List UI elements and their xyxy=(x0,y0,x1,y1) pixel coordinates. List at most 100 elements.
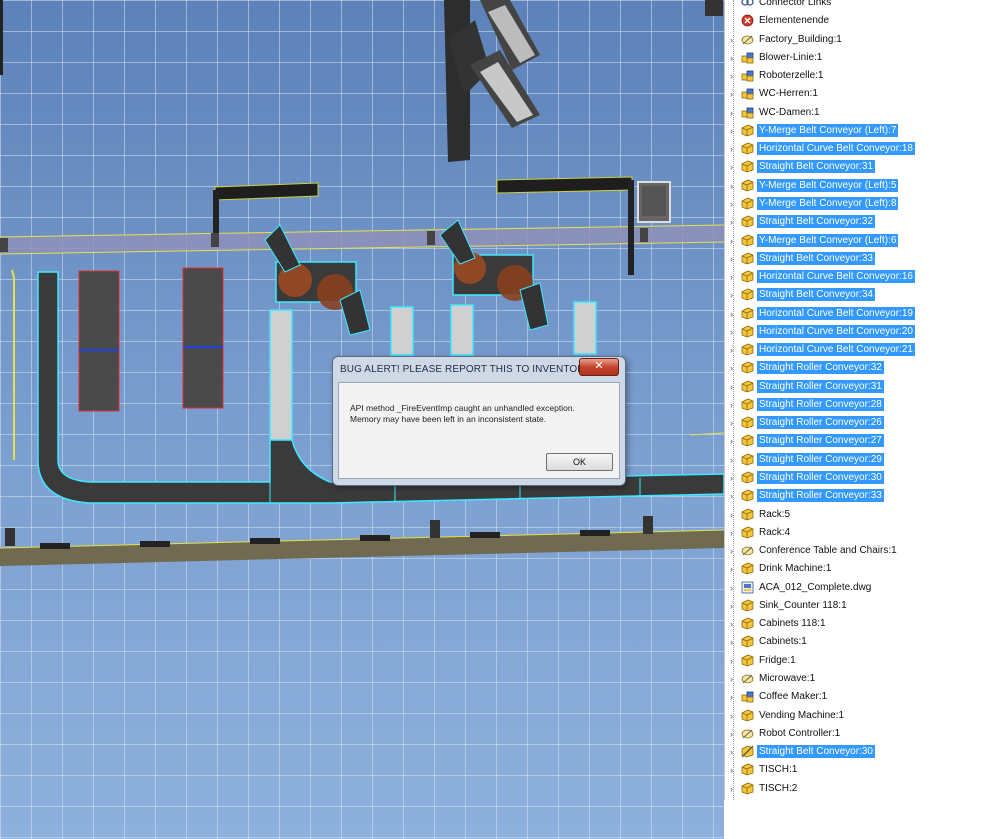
browser-node[interactable]: Connector Links xyxy=(725,0,999,12)
browser-node[interactable]: › Straight Roller Conveyor:32 xyxy=(725,359,999,377)
close-button[interactable]: ✕ xyxy=(579,358,619,376)
browser-node-label: Cabinets 118:1 xyxy=(759,618,826,630)
browser-node[interactable]: › Straight Belt Conveyor:34 xyxy=(725,286,999,304)
expand-chevron-icon[interactable]: › xyxy=(730,418,733,428)
expand-chevron-icon[interactable]: › xyxy=(730,181,733,191)
part-icon xyxy=(741,416,754,429)
part-icon xyxy=(741,599,754,612)
browser-node[interactable]: › Y-Merge Belt Conveyor (Left):7 xyxy=(725,122,999,140)
expand-chevron-icon[interactable]: › xyxy=(730,162,733,172)
browser-node[interactable]: › Drink Machine:1 xyxy=(725,560,999,578)
expand-chevron-icon[interactable]: › xyxy=(730,309,733,319)
expand-chevron-icon[interactable]: › xyxy=(730,35,733,45)
browser-node[interactable]: › TISCH:2 xyxy=(725,780,999,798)
browser-node[interactable]: › Y-Merge Belt Conveyor (Left):6 xyxy=(725,232,999,250)
expand-chevron-icon[interactable]: › xyxy=(730,89,733,99)
browser-node[interactable]: › Cabinets:1 xyxy=(725,633,999,651)
building-part-icon xyxy=(741,544,754,557)
browser-node[interactable]: Elementenende xyxy=(725,12,999,30)
browser-node[interactable]: › Horizontal Curve Belt Conveyor:18 xyxy=(725,140,999,158)
expand-chevron-icon[interactable]: › xyxy=(730,637,733,647)
expand-chevron-icon[interactable]: › xyxy=(730,199,733,209)
expand-chevron-icon[interactable]: › xyxy=(730,327,733,337)
browser-node[interactable]: › Straight Belt Conveyor:30 xyxy=(725,743,999,761)
browser-node[interactable]: › Straight Roller Conveyor:27 xyxy=(725,432,999,450)
expand-chevron-icon[interactable]: › xyxy=(730,455,733,465)
expand-chevron-icon[interactable]: › xyxy=(730,473,733,483)
expand-chevron-icon[interactable]: › xyxy=(730,144,733,154)
graphics-viewport[interactable]: BUG ALERT! PLEASE REPORT THIS TO INVENTO… xyxy=(0,0,724,839)
browser-node-label: Straight Belt Conveyor:32 xyxy=(757,215,875,229)
browser-node-label: Straight Belt Conveyor:34 xyxy=(757,288,875,302)
expand-chevron-icon[interactable]: › xyxy=(730,546,733,556)
assembly-icon xyxy=(741,51,754,64)
browser-node[interactable]: › ACA_012_Complete.dwg xyxy=(725,579,999,597)
expand-chevron-icon[interactable]: › xyxy=(730,601,733,611)
expand-chevron-icon[interactable]: › xyxy=(730,290,733,300)
expand-chevron-icon[interactable]: › xyxy=(730,254,733,264)
browser-node[interactable]: › Straight Belt Conveyor:33 xyxy=(725,250,999,268)
browser-node[interactable]: › Y-Merge Belt Conveyor (Left):5 xyxy=(725,177,999,195)
expand-chevron-icon[interactable]: › xyxy=(730,528,733,538)
expand-chevron-icon[interactable]: › xyxy=(730,126,733,136)
browser-node[interactable]: › Straight Roller Conveyor:29 xyxy=(725,451,999,469)
browser-node[interactable]: › Microwave:1 xyxy=(725,670,999,688)
expand-chevron-icon[interactable]: › xyxy=(730,217,733,227)
browser-node[interactable]: › Horizontal Curve Belt Conveyor:16 xyxy=(725,268,999,286)
browser-node[interactable]: › Straight Roller Conveyor:30 xyxy=(725,469,999,487)
expand-chevron-icon[interactable]: › xyxy=(730,71,733,81)
expand-chevron-icon[interactable]: › xyxy=(730,784,733,794)
model-browser-tree[interactable]: Connector Links Elementenende › Factory_Bui… xyxy=(724,0,999,800)
browser-node[interactable]: › Straight Roller Conveyor:28 xyxy=(725,396,999,414)
browser-node[interactable]: › Blower-Linie:1 xyxy=(725,49,999,67)
browser-node[interactable]: › Coffee Maker:1 xyxy=(725,688,999,706)
expand-chevron-icon[interactable]: › xyxy=(730,53,733,63)
browser-node-label: Y-Merge Belt Conveyor (Left):8 xyxy=(757,196,899,210)
expand-chevron-icon[interactable]: › xyxy=(730,619,733,629)
expand-chevron-icon[interactable]: › xyxy=(730,674,733,684)
browser-node[interactable]: › Horizontal Curve Belt Conveyor:19 xyxy=(725,305,999,323)
expand-chevron-icon[interactable]: › xyxy=(730,583,733,593)
browser-node[interactable]: › Straight Belt Conveyor:32 xyxy=(725,213,999,231)
browser-node[interactable]: › Rack:5 xyxy=(725,506,999,524)
expand-chevron-icon[interactable]: › xyxy=(730,236,733,246)
browser-node[interactable]: › Straight Roller Conveyor:26 xyxy=(725,414,999,432)
expand-chevron-icon[interactable]: › xyxy=(730,564,733,574)
browser-node[interactable]: › Y-Merge Belt Conveyor (Left):8 xyxy=(725,195,999,213)
ok-button[interactable]: OK xyxy=(546,453,613,471)
expand-chevron-icon[interactable]: › xyxy=(730,656,733,666)
expand-chevron-icon[interactable]: › xyxy=(730,765,733,775)
browser-node[interactable]: › TISCH:1 xyxy=(725,761,999,779)
browser-node[interactable]: › Rack:4 xyxy=(725,524,999,542)
expand-chevron-icon[interactable]: › xyxy=(730,436,733,446)
expand-chevron-icon[interactable]: › xyxy=(730,382,733,392)
part-icon xyxy=(741,142,754,155)
browser-node[interactable]: › WC-Herren:1 xyxy=(725,85,999,103)
expand-chevron-icon[interactable]: › xyxy=(730,491,733,501)
browser-node[interactable]: › Straight Roller Conveyor:33 xyxy=(725,487,999,505)
expand-chevron-icon[interactable]: › xyxy=(730,692,733,702)
browser-node[interactable]: › Horizontal Curve Belt Conveyor:21 xyxy=(725,341,999,359)
browser-node[interactable]: › WC-Damen:1 xyxy=(725,104,999,122)
browser-node[interactable]: › Robot Controller:1 xyxy=(725,725,999,743)
browser-node[interactable]: › Straight Roller Conveyor:31 xyxy=(725,378,999,396)
expand-chevron-icon[interactable]: › xyxy=(730,108,733,118)
browser-node[interactable]: › Sink_Counter 118:1 xyxy=(725,597,999,615)
browser-node[interactable]: › Factory_Building:1 xyxy=(725,31,999,49)
expand-chevron-icon[interactable]: › xyxy=(730,400,733,410)
browser-node[interactable]: › Fridge:1 xyxy=(725,652,999,670)
expand-chevron-icon[interactable]: › xyxy=(730,711,733,721)
expand-chevron-icon[interactable]: › xyxy=(730,510,733,520)
browser-node[interactable]: › Cabinets 118:1 xyxy=(725,615,999,633)
browser-node[interactable]: › Roboterzelle:1 xyxy=(725,67,999,85)
browser-node[interactable]: › Vending Machine:1 xyxy=(725,707,999,725)
expand-chevron-icon[interactable]: › xyxy=(730,747,733,757)
expand-chevron-icon[interactable]: › xyxy=(730,345,733,355)
browser-node[interactable]: › Horizontal Curve Belt Conveyor:20 xyxy=(725,323,999,341)
browser-node[interactable]: › Conference Table and Chairs:1 xyxy=(725,542,999,560)
browser-node[interactable]: › Straight Belt Conveyor:31 xyxy=(725,158,999,176)
expand-chevron-icon[interactable]: › xyxy=(730,363,733,373)
expand-chevron-icon[interactable]: › xyxy=(730,729,733,739)
expand-chevron-icon[interactable]: › xyxy=(730,272,733,282)
part-icon xyxy=(741,782,754,795)
